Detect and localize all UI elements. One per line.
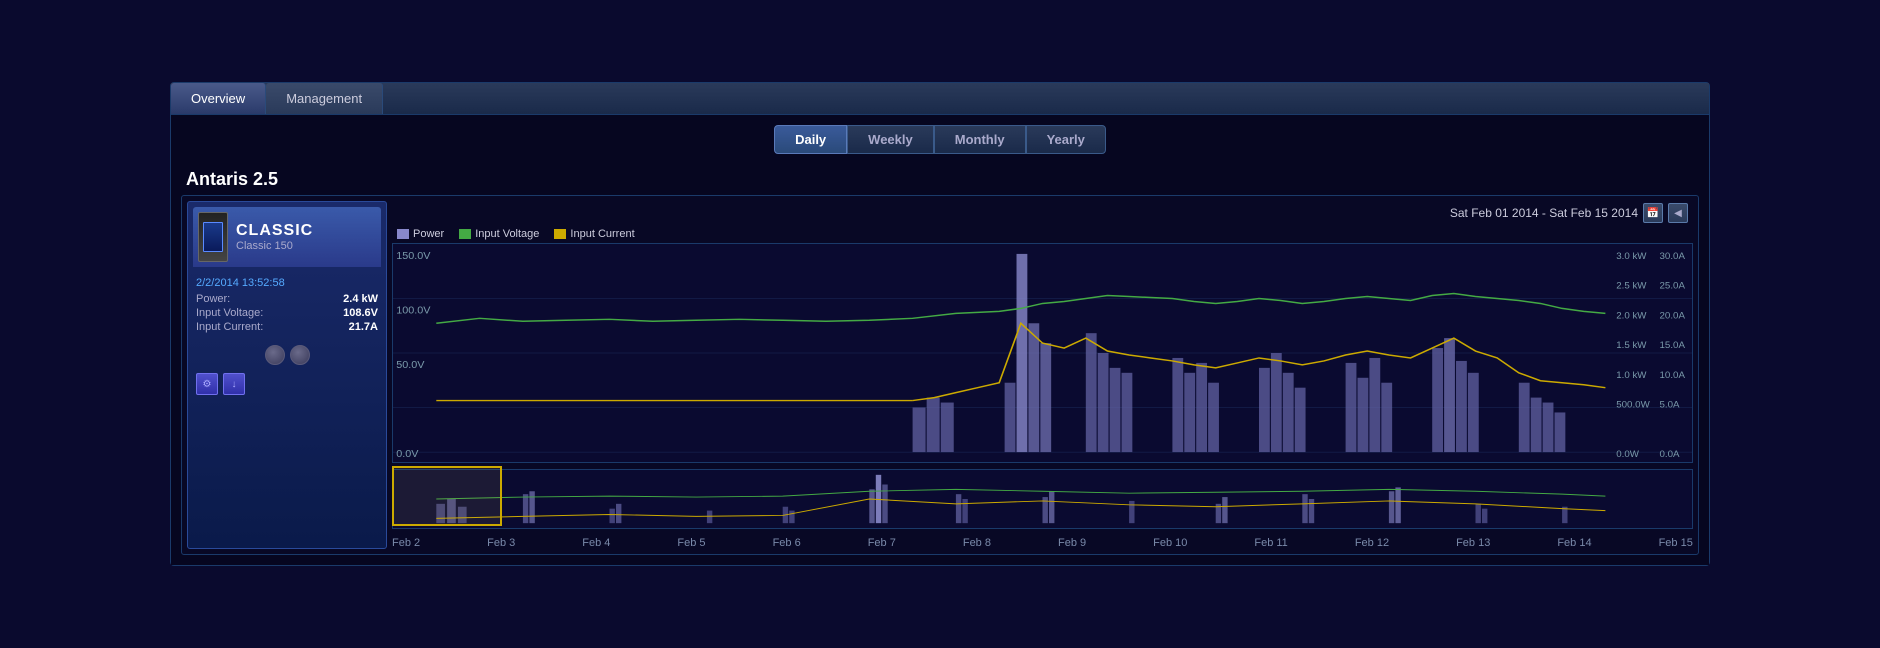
svg-text:15.0A: 15.0A [1660, 340, 1686, 350]
ctrl-btn-right[interactable] [290, 345, 310, 365]
legend-voltage-box [459, 229, 471, 239]
device-header: CLASSIC Classic 150 [193, 207, 381, 267]
chart-date-range: Sat Feb 01 2014 - Sat Feb 15 2014 📅 ◀ [392, 201, 1693, 225]
period-yearly[interactable]: Yearly [1026, 125, 1106, 154]
device-icon-inner [203, 222, 223, 252]
x-label-7: Feb 9 [1058, 537, 1086, 549]
legend-power: Power [397, 228, 444, 240]
x-label-11: Feb 13 [1456, 537, 1490, 549]
period-monthly[interactable]: Monthly [934, 125, 1026, 154]
x-label-2: Feb 4 [582, 537, 610, 549]
stat-power-label: Power: [196, 293, 230, 305]
device-icon [198, 212, 228, 262]
chart-svg-area: Sat Feb 01 2014 - Sat Feb 15 2014 📅 ◀ Po… [392, 201, 1693, 549]
svg-text:5.0A: 5.0A [1660, 400, 1681, 410]
device-icon-btn-2[interactable]: ↓ [223, 373, 245, 395]
chart-wrapper: CLASSIC Classic 150 2/2/2014 13:52:58 Po… [181, 195, 1699, 555]
stat-current-label: Input Current: [196, 321, 263, 333]
device-icons-row: ⚙ ↓ [193, 370, 381, 398]
legend-voltage-label: Input Voltage [475, 228, 539, 240]
svg-text:30.0A: 30.0A [1660, 251, 1686, 261]
svg-text:0.0W: 0.0W [1616, 449, 1639, 459]
svg-text:2.0 kW: 2.0 kW [1616, 311, 1646, 321]
svg-text:20.0A: 20.0A [1660, 311, 1686, 321]
stat-power: Power: 2.4 kW [196, 293, 378, 305]
device-timestamp: 2/2/2014 13:52:58 [196, 277, 378, 289]
mini-chart-container [392, 466, 1693, 534]
chart-inner: CLASSIC Classic 150 2/2/2014 13:52:58 Po… [187, 201, 1693, 549]
period-weekly[interactable]: Weekly [847, 125, 934, 154]
svg-text:500.0W: 500.0W [1616, 400, 1650, 410]
svg-text:50.0V: 50.0V [396, 360, 424, 371]
x-label-3: Feb 5 [677, 537, 705, 549]
svg-text:100.0V: 100.0V [396, 306, 430, 317]
stat-voltage-value: 108.6V [343, 307, 378, 319]
svg-text:10.0A: 10.0A [1660, 370, 1686, 380]
tab-management[interactable]: Management [266, 83, 383, 114]
device-panel: CLASSIC Classic 150 2/2/2014 13:52:58 Po… [187, 201, 387, 549]
device-title: CLASSIC [236, 222, 313, 240]
x-label-13: Feb 15 [1659, 537, 1693, 549]
svg-text:2.5 kW: 2.5 kW [1616, 281, 1646, 291]
svg-text:0.0V: 0.0V [396, 449, 418, 460]
legend-current-label: Input Current [570, 228, 634, 240]
legend-row: Power Input Voltage Input Current [392, 225, 1693, 243]
page-title: Antaris 2.5 [181, 164, 1699, 195]
x-label-0: Feb 2 [392, 537, 420, 549]
x-label-9: Feb 11 [1254, 537, 1287, 549]
date-range-text: Sat Feb 01 2014 - Sat Feb 15 2014 [1450, 206, 1638, 220]
mini-chart-selection[interactable] [392, 466, 502, 526]
legend-current-box [554, 229, 566, 239]
stat-voltage-label: Input Voltage: [196, 307, 263, 319]
period-bar: Daily Weekly Monthly Yearly [181, 125, 1699, 154]
stat-power-value: 2.4 kW [343, 293, 378, 305]
tab-overview[interactable]: Overview [171, 83, 266, 114]
legend-current: Input Current [554, 228, 634, 240]
ctrl-btn-left[interactable] [265, 345, 285, 365]
period-daily[interactable]: Daily [774, 125, 847, 154]
device-stats: 2/2/2014 13:52:58 Power: 2.4 kW Input Vo… [193, 272, 381, 340]
legend-power-label: Power [413, 228, 444, 240]
legend-voltage: Input Voltage [459, 228, 539, 240]
calendar-button-2[interactable]: ◀ [1668, 203, 1688, 223]
x-label-10: Feb 12 [1355, 537, 1389, 549]
legend-power-box [397, 229, 409, 239]
x-label-8: Feb 10 [1153, 537, 1187, 549]
x-label-1: Feb 3 [487, 537, 515, 549]
mini-chart [392, 469, 1693, 529]
x-label-5: Feb 7 [868, 537, 896, 549]
svg-text:1.0 kW: 1.0 kW [1616, 370, 1646, 380]
stat-voltage: Input Voltage: 108.6V [196, 307, 378, 319]
svg-text:0.0A: 0.0A [1660, 449, 1681, 459]
device-icon-btn-1[interactable]: ⚙ [196, 373, 218, 395]
main-chart: 150.0V 100.0V 50.0V 0.0V 3.0 kW 2.5 kW 2… [392, 243, 1693, 463]
svg-text:3.0 kW: 3.0 kW [1616, 251, 1646, 261]
main-content: Daily Weekly Monthly Yearly Antaris 2.5 … [171, 115, 1709, 565]
x-label-4: Feb 6 [773, 537, 801, 549]
x-axis-labels: Feb 2 Feb 3 Feb 4 Feb 5 Feb 6 Feb 7 Feb … [392, 534, 1693, 549]
stat-current: Input Current: 21.7A [196, 321, 378, 333]
x-label-12: Feb 14 [1557, 537, 1591, 549]
device-subtitle: Classic 150 [236, 240, 313, 252]
x-label-6: Feb 8 [963, 537, 991, 549]
svg-text:1.5 kW: 1.5 kW [1616, 340, 1646, 350]
device-controls [193, 345, 381, 365]
top-tabs: Overview Management [171, 83, 1709, 115]
svg-text:25.0A: 25.0A [1660, 281, 1686, 291]
device-name-block: CLASSIC Classic 150 [236, 222, 313, 252]
stat-current-value: 21.7A [349, 321, 378, 333]
calendar-button[interactable]: 📅 [1643, 203, 1663, 223]
svg-text:150.0V: 150.0V [396, 251, 430, 262]
app-container: Overview Management Daily Weekly Monthly… [170, 82, 1710, 566]
